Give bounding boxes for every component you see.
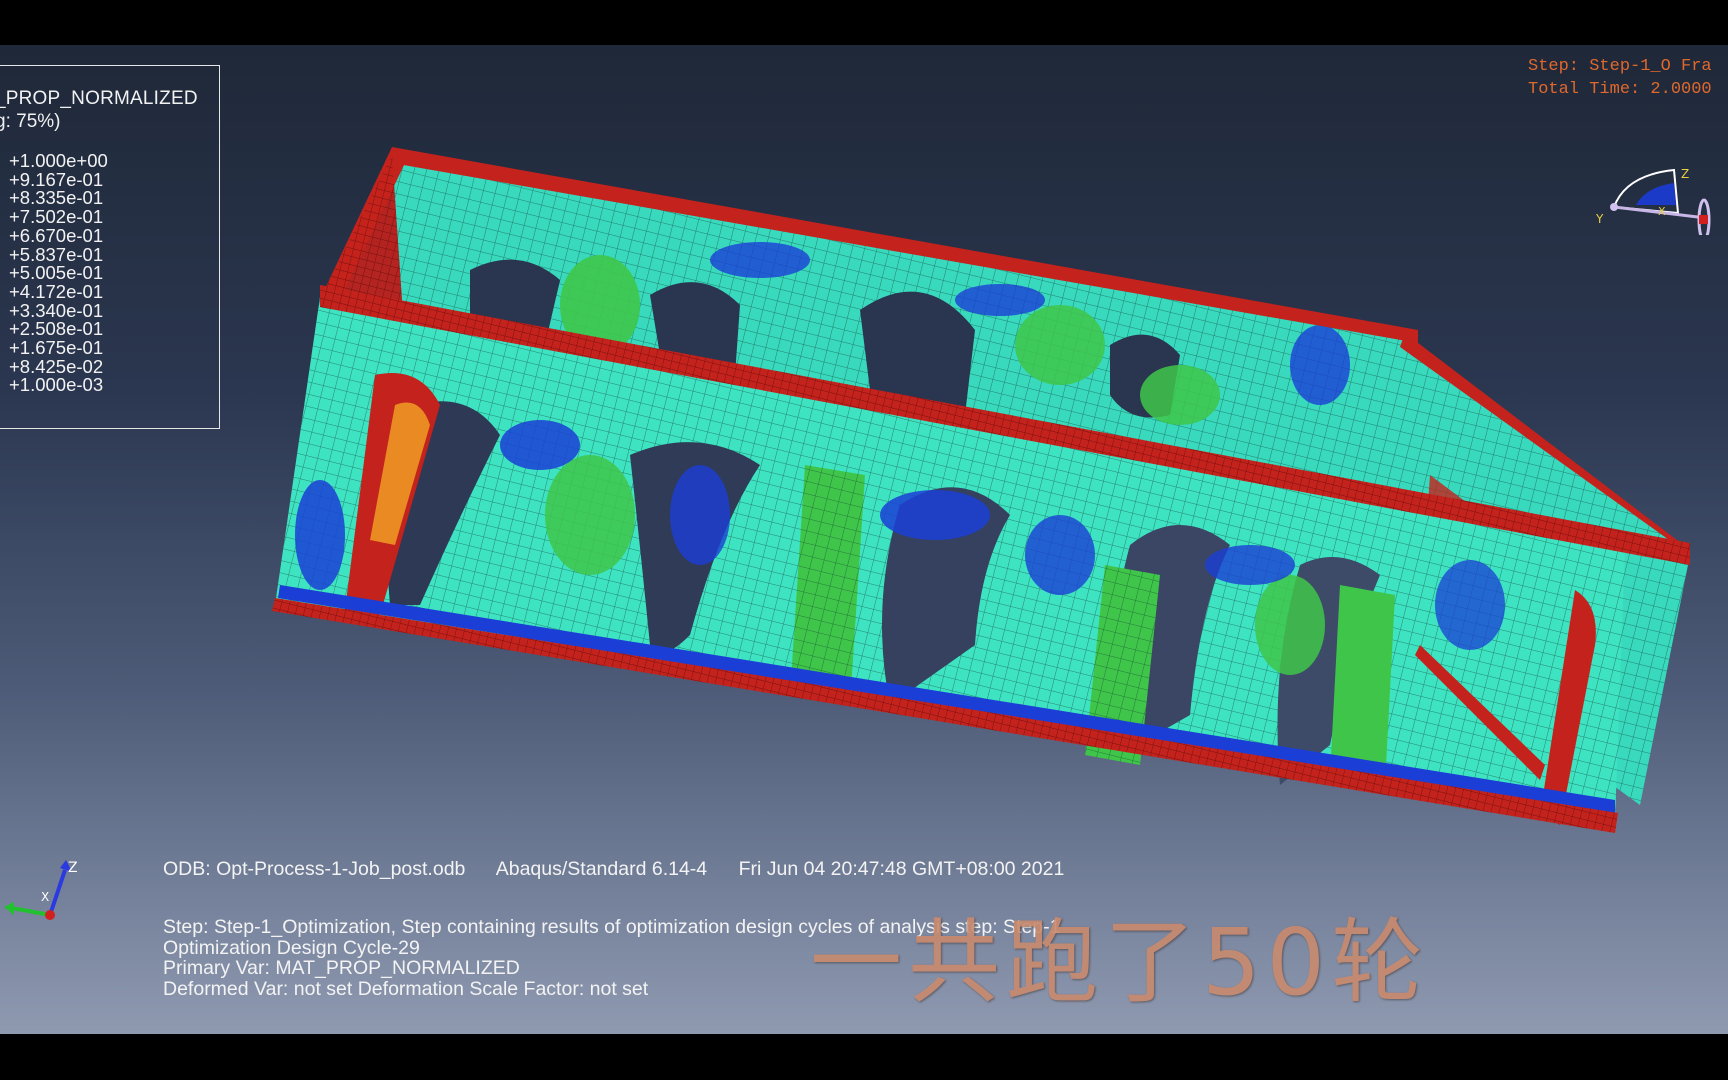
step-info-line1: Step: Step-1_O Fra xyxy=(1528,57,1712,76)
triad-axis-icon: Z Y X xyxy=(1595,167,1711,235)
legend-values: +1.000e+00 +9.167e-01 +8.335e-01 +7.502e… xyxy=(9,150,108,396)
letterbox-top xyxy=(0,0,1728,45)
odb-date: Fri Jun 04 20:47:48 GMT+08:00 2021 xyxy=(738,858,1065,880)
triad-bl-x-label: X xyxy=(41,890,49,904)
legend-value: +1.000e-03 xyxy=(9,374,104,396)
legend-value: +4.172e-01 xyxy=(9,280,104,302)
step-info-line2: Total Time: 2.0000 xyxy=(1528,80,1712,99)
triad-x-label: X xyxy=(1658,205,1666,218)
legend-value: +6.670e-01 xyxy=(9,224,104,246)
triad-z-label: Z xyxy=(1681,167,1689,181)
legend-subtitle: g: 75%) xyxy=(0,111,61,132)
odb-status-line: ODB: Opt-Process-1-Job_post.odb Abaqus/S… xyxy=(163,858,1090,881)
letterbox-bottom xyxy=(0,1034,1728,1080)
video-caption: 一共跑了50轮 xyxy=(810,909,1430,1016)
legend-title: _PROP_NORMALIZED xyxy=(0,88,198,109)
legend-value: +7.502e-01 xyxy=(9,206,104,228)
contour-legend: _PROP_NORMALIZED g: 75%) +1.000e+00 +9.1… xyxy=(0,65,220,429)
solver-version: Abaqus/Standard 6.14-4 xyxy=(495,858,708,880)
step-info: Step: Step-1_O Fra Total Time: 2.0000 xyxy=(1528,55,1728,101)
legend-value: +1.675e-01 xyxy=(9,337,104,359)
triad-axis-icon: Z X xyxy=(4,860,78,920)
triad-bl-z-label: Z xyxy=(68,860,78,876)
viewport[interactable]: _PROP_NORMALIZED g: 75%) +1.000e+00 +9.1… xyxy=(0,45,1728,1034)
odb-name: ODB: Opt-Process-1-Job_post.odb xyxy=(163,858,466,880)
triad-y-label: Y xyxy=(1595,212,1604,226)
legend-value: +1.000e+00 xyxy=(9,150,108,171)
topology-model[interactable] xyxy=(0,45,1728,1034)
